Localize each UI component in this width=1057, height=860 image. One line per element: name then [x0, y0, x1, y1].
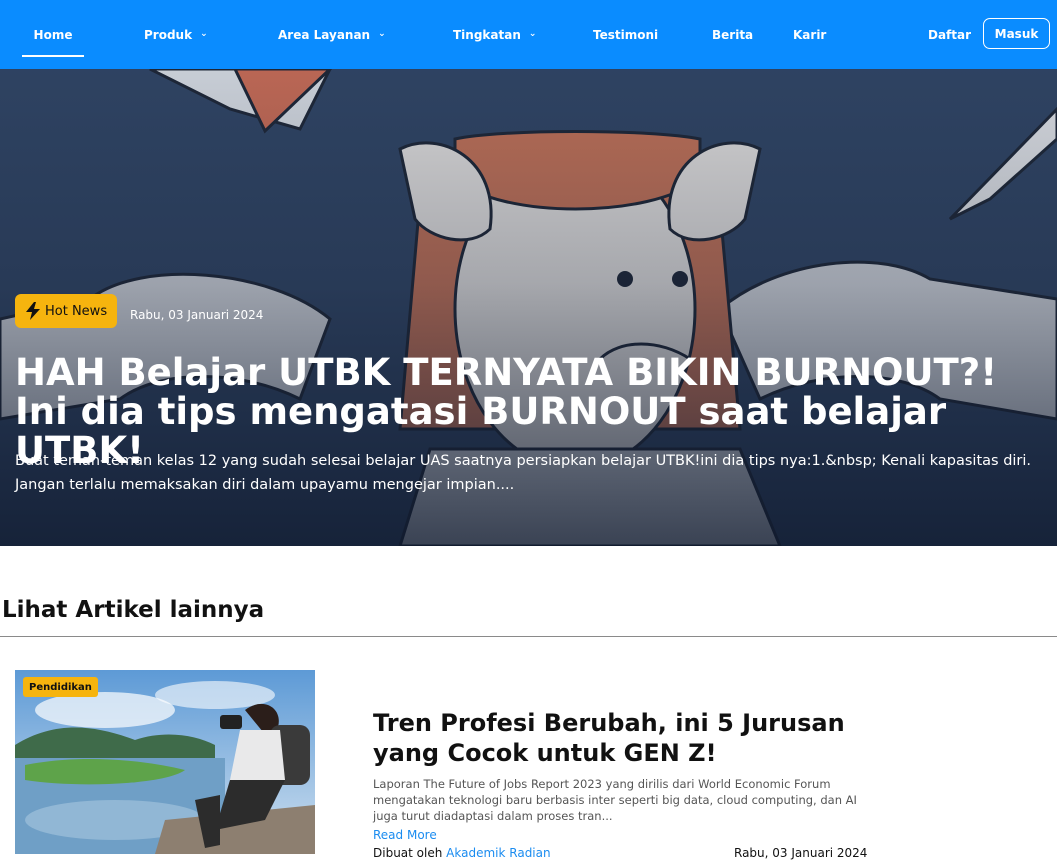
nav-karir[interactable]: Karir: [793, 0, 826, 69]
lightning-icon: [26, 302, 40, 320]
daftar-link[interactable]: Daftar: [928, 0, 971, 69]
article-thumbnail[interactable]: [15, 670, 315, 854]
nav-produk-dropdown[interactable]: Produk ⌄: [144, 0, 208, 69]
article-photo: [15, 670, 315, 854]
masuk-button[interactable]: Masuk: [983, 18, 1050, 49]
article-excerpt: Laporan The Future of Jobs Report 2023 y…: [373, 777, 857, 823]
chevron-down-icon: ⌄: [378, 28, 386, 39]
section-divider: [0, 636, 1057, 637]
nav-tingkatan-label: Tingkatan: [453, 27, 521, 42]
read-more-link[interactable]: Read More: [373, 828, 437, 842]
daftar-label: Daftar: [928, 27, 972, 42]
nav-home[interactable]: Home: [22, 0, 84, 69]
nav-area-layanan-dropdown[interactable]: Area Layanan ⌄: [278, 0, 386, 69]
top-navbar: Home Produk ⌄ Area Layanan ⌄ Tingkatan ⌄…: [0, 0, 1057, 69]
article-date: Rabu, 03 Januari 2024: [734, 846, 868, 860]
chevron-down-icon: ⌄: [200, 28, 208, 39]
nav-berita-label: Berita: [712, 27, 754, 42]
hero-date: Rabu, 03 Januari 2024: [130, 308, 264, 322]
category-badge: Pendidikan: [23, 677, 98, 697]
chevron-down-icon: ⌄: [528, 28, 537, 39]
hero-banner[interactable]: Hot News Rabu, 03 Januari 2024 HAH Belaj…: [0, 69, 1057, 546]
nav-testimoni[interactable]: Testimoni: [593, 0, 658, 69]
article-title[interactable]: Tren Profesi Berubah, ini 5 Jurusan yang…: [373, 708, 903, 768]
article-author-line: Dibuat oleh Akademik Radian: [373, 846, 551, 860]
author-link[interactable]: Akademik Radian: [446, 846, 550, 860]
section-title: Lihat Artikel lainnya: [2, 597, 265, 623]
active-nav-underline: [22, 55, 84, 57]
nav-area-label: Area Layanan: [278, 27, 371, 42]
nav-karir-label: Karir: [793, 27, 827, 42]
nav-testimoni-label: Testimoni: [593, 27, 659, 42]
hot-news-label: Hot News: [45, 303, 108, 319]
nav-home-label: Home: [33, 27, 73, 42]
hero-excerpt: Buat teman-teman kelas 12 yang sudah sel…: [15, 453, 1032, 493]
nav-tingkatan-dropdown[interactable]: Tingkatan ⌄: [453, 0, 536, 69]
hot-news-badge: Hot News: [15, 294, 118, 328]
nav-berita[interactable]: Berita: [712, 0, 753, 69]
author-prefix: Dibuat oleh: [373, 846, 443, 860]
nav-produk-label: Produk: [144, 27, 193, 42]
